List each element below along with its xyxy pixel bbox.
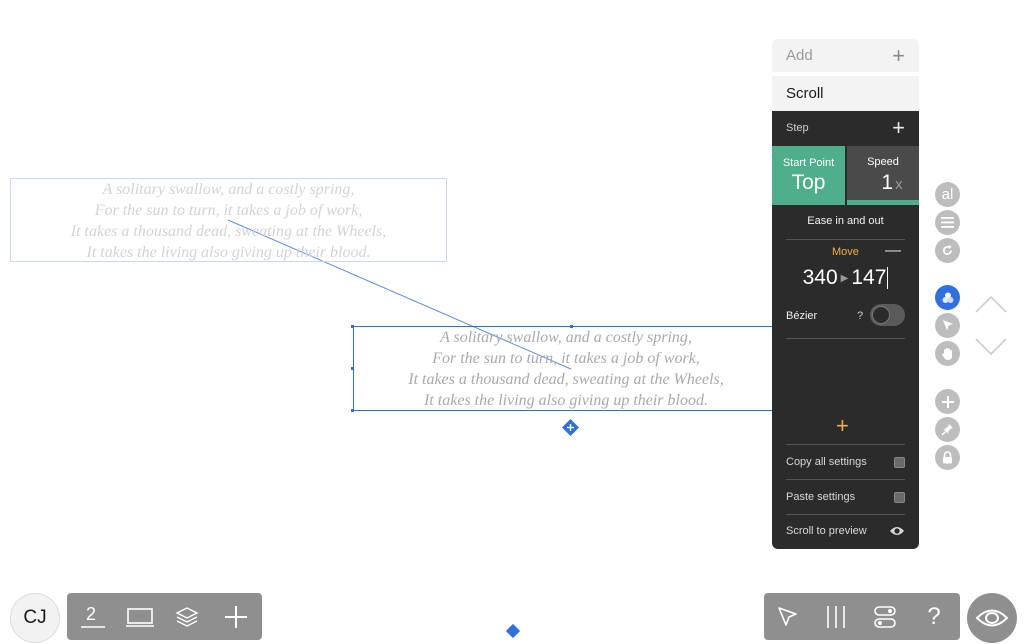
step-header: Step +	[772, 111, 919, 145]
selection-handle[interactable]	[570, 325, 573, 328]
device-button[interactable]	[118, 593, 162, 640]
move-handle-icon[interactable]	[562, 419, 579, 436]
device-icon	[126, 607, 154, 627]
guides-icon	[827, 605, 845, 628]
poem-line: It takes the living also giving up their…	[424, 392, 708, 409]
scroll-to-preview-label: Scroll to preview	[786, 525, 867, 537]
add-label: Add	[786, 47, 813, 64]
help-icon: ?	[927, 602, 941, 630]
colors-icon[interactable]	[935, 285, 960, 310]
copy-all-settings-button[interactable]: Copy all settings	[786, 445, 905, 479]
add-point-icon[interactable]	[935, 389, 960, 414]
poem-line: It takes the living also giving up their…	[86, 244, 371, 261]
select-arrow-icon[interactable]	[935, 313, 960, 338]
divider	[786, 239, 905, 240]
scroll-position-marker-icon[interactable]	[505, 623, 521, 639]
plus-icon: +	[892, 42, 905, 68]
toggle-knob	[872, 306, 890, 324]
step-panel: Step + Start Point Top Speed 1x Ease in …	[772, 111, 919, 549]
remove-move-icon[interactable]: —	[885, 242, 901, 260]
text-caret	[887, 267, 889, 290]
paste-settings-button[interactable]: Paste settings	[786, 480, 905, 514]
scroll-to-preview-button[interactable]: Scroll to preview	[786, 514, 905, 548]
add-icon	[225, 605, 247, 628]
text-block-start-position[interactable]: A solitary swallow, and a costly spring,…	[10, 178, 447, 262]
poem-line: For the sun to turn, it takes a job of w…	[432, 350, 700, 367]
move-label: Move	[832, 246, 859, 258]
scroll-label: Scroll	[786, 85, 824, 102]
add-button[interactable]	[214, 593, 258, 640]
selection-handle[interactable]	[351, 325, 354, 328]
speed-unit: x	[895, 176, 903, 193]
preview-button[interactable]	[967, 593, 1017, 643]
canvas: A solitary swallow, and a costly spring,…	[0, 0, 1024, 644]
poem-line: It takes a thousand dead, sweating at th…	[408, 371, 724, 388]
pen-icon	[778, 606, 797, 626]
pin-icon[interactable]	[935, 417, 960, 442]
poem-line: It takes a thousand dead, sweating at th…	[70, 223, 387, 240]
speed-selector[interactable]: Speed 1x	[847, 146, 919, 205]
poem-line: A solitary swallow, and a costly spring,	[440, 329, 692, 346]
pen-button[interactable]	[766, 593, 810, 640]
redo-icon[interactable]	[935, 238, 960, 263]
paste-label: Paste settings	[786, 491, 856, 503]
start-point-label: Start Point	[782, 157, 835, 169]
start-point-selector[interactable]: Start Point Top	[772, 146, 845, 205]
layers-icon	[175, 606, 199, 627]
align-icon[interactable]	[935, 210, 960, 235]
help-button[interactable]: ?	[912, 593, 956, 640]
text-style-icon[interactable]: al	[935, 182, 960, 207]
speed-indicator-bar	[847, 200, 919, 205]
bottom-right-toolbar: ?	[764, 593, 960, 640]
step-label: Step	[786, 122, 809, 134]
guides-button[interactable]	[814, 593, 858, 640]
divider	[786, 338, 905, 339]
bezier-help-icon[interactable]: ?	[857, 310, 863, 322]
lock-icon[interactable]	[935, 445, 960, 470]
add-step-icon[interactable]: +	[892, 115, 905, 141]
text-block-selected[interactable]: A solitary swallow, and a costly spring,…	[353, 326, 778, 411]
hand-icon[interactable]	[935, 341, 960, 366]
avatar-initials: CJ	[23, 607, 47, 628]
paste-icon	[894, 491, 905, 503]
move-from-value[interactable]: 340	[803, 266, 838, 289]
selection-handle[interactable]	[351, 367, 354, 370]
bottom-left-toolbar: 2	[67, 593, 262, 640]
page-number-button[interactable]: 2	[71, 593, 115, 640]
layers-button[interactable]	[165, 593, 209, 640]
copy-all-label: Copy all settings	[786, 456, 867, 468]
scroll-effect-item[interactable]: Scroll	[772, 76, 919, 111]
text-style-glyph: al	[941, 186, 954, 203]
speed-label: Speed	[867, 156, 899, 168]
preview-eye-icon	[975, 609, 1009, 627]
easing-option[interactable]: Ease in and out	[772, 215, 919, 227]
copy-icon	[894, 456, 905, 468]
page-number: 2	[86, 604, 97, 624]
selection-handle[interactable]	[351, 409, 354, 412]
eye-icon	[890, 527, 904, 535]
chevron-up-icon[interactable]	[973, 293, 1009, 315]
poem-line: A solitary swallow, and a costly spring,	[102, 181, 355, 198]
chevron-down-icon[interactable]	[973, 336, 1009, 358]
add-effect-button[interactable]: Add +	[772, 39, 919, 72]
arrow-right-icon: ▶	[840, 272, 849, 284]
move-to-value[interactable]: 147	[851, 266, 886, 289]
toggles-icon	[874, 605, 896, 628]
add-action-icon[interactable]: +	[836, 413, 849, 439]
poem-line: For the sun to turn, it takes a job of w…	[94, 202, 363, 219]
start-point-value: Top	[791, 171, 826, 194]
bezier-toggle[interactable]	[870, 304, 905, 326]
move-values[interactable]: 340 ▶ 147	[772, 266, 919, 290]
speed-value: 1	[881, 171, 894, 194]
avatar[interactable]: CJ	[10, 593, 60, 643]
toggles-button[interactable]	[863, 593, 907, 640]
bezier-label: Bézier	[786, 310, 818, 322]
